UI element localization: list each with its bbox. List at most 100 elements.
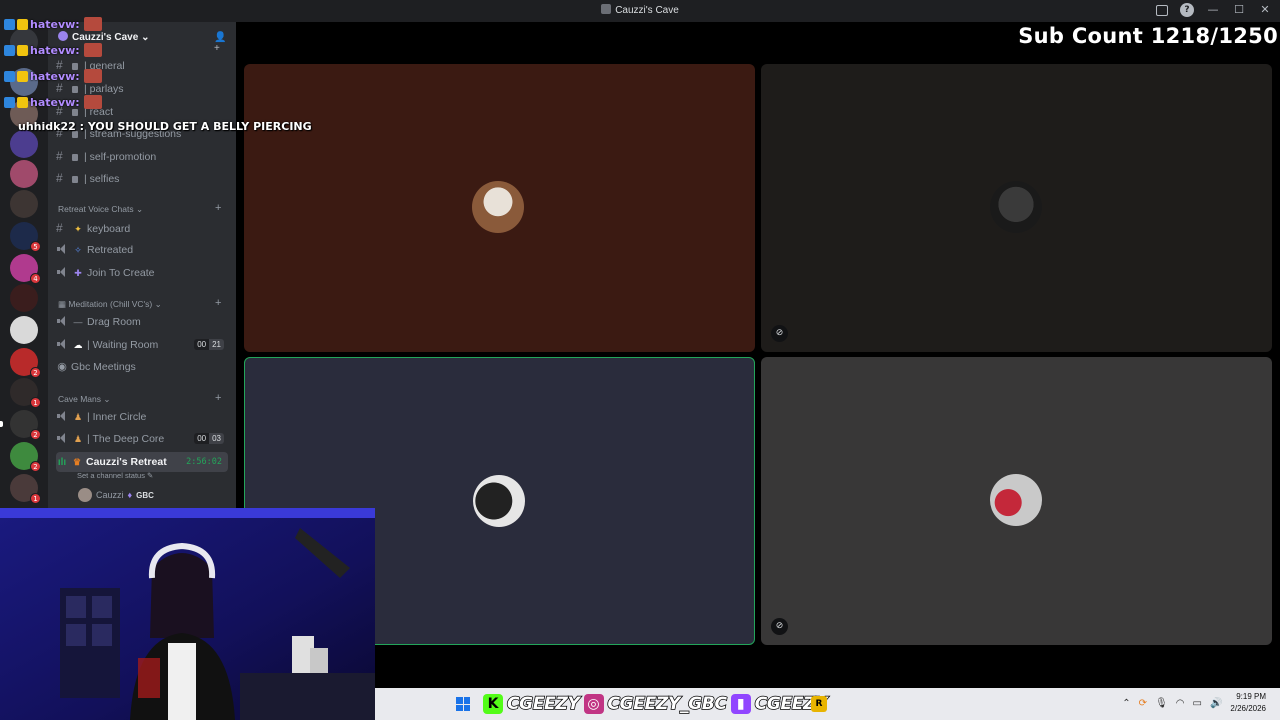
title-bar: Cauzzi's Cave ? — ☐ ✕ (0, 0, 1280, 22)
server-icon[interactable] (10, 130, 38, 158)
microphone-icon[interactable]: 🎙 (1155, 698, 1168, 709)
video-tile[interactable]: ⊘ (761, 357, 1272, 645)
channel-waiting-room[interactable]: ☁ | Waiting Room 00 21 (56, 335, 228, 355)
server-icon[interactable]: 2 (10, 442, 41, 472)
server-icon[interactable] (10, 190, 38, 218)
channel-label: Cauzzi's Retreat (86, 456, 167, 468)
channel-inner-circle[interactable]: ♟ | Inner Circle (56, 407, 228, 427)
screen: Cauzzi's Cave ? — ☐ ✕ 5 4 2 1 2 2 1 Cauz… (0, 0, 1280, 720)
voice-member[interactable]: Cauzzi ♦ GBC (78, 488, 154, 502)
user-limit: 03 (209, 433, 224, 444)
video-tile[interactable] (244, 64, 755, 352)
deafened-icon: ⊘ (771, 325, 788, 342)
unread-pip (0, 421, 3, 427)
meditation-icon: ♟ (73, 434, 83, 444)
server-icon[interactable]: 5 (10, 222, 41, 252)
server-icon[interactable]: 1 (10, 474, 41, 504)
voice-channel-icon (56, 339, 70, 349)
close-button[interactable]: ✕ (1258, 3, 1272, 17)
sub-count-overlay: Sub Count 1218/1250 (1018, 24, 1278, 48)
channel-label: Gbc Meetings (71, 361, 136, 373)
chat-line: hatevw: (4, 42, 102, 58)
window-title-text: Cauzzi's Cave (615, 5, 679, 16)
voice-channel-icon (56, 433, 70, 443)
chat-line: hatevw: (4, 16, 102, 32)
maximize-button[interactable]: ☐ (1232, 3, 1246, 17)
badge-icon (17, 70, 28, 82)
server-icon[interactable] (10, 284, 38, 312)
rockstar-launcher-icon[interactable]: R (811, 696, 827, 712)
badge-icon (17, 18, 28, 30)
deafened-icon: ⊘ (771, 618, 788, 635)
user-count: 00 (194, 433, 210, 444)
category-label: Cave Mans (58, 394, 101, 404)
unread-badge: 1 (30, 493, 41, 504)
avatar (472, 181, 524, 233)
create-channel-icon[interactable]: + (215, 297, 221, 309)
category-meditation[interactable]: ▦ Meditation (Chill VC's) ⌄ + (58, 297, 221, 310)
kick-icon: K (483, 694, 503, 714)
guild-tag: GBC (136, 490, 154, 500)
create-channel-icon[interactable]: + (215, 202, 221, 214)
category-cave-mans[interactable]: Cave Mans ⌄ + (58, 392, 221, 405)
channel-label: | Waiting Room (87, 339, 159, 351)
lock-icon (72, 86, 78, 93)
channel-drag-room[interactable]: — Drag Room (56, 312, 228, 332)
category-label: Retreat Voice Chats (58, 204, 134, 214)
minimize-button[interactable]: — (1206, 3, 1220, 17)
voice-channel-icon (56, 316, 70, 326)
server-icon[interactable]: 4 (10, 254, 41, 284)
user-limit: 21 (209, 339, 224, 350)
video-tile[interactable]: ⊘ (761, 64, 1272, 352)
server-icon[interactable]: 2 (10, 348, 41, 378)
unread-badge: 4 (30, 273, 41, 284)
voice-channel-icon (56, 411, 70, 421)
channel-gbc-meetings[interactable]: ◉ Gbc Meetings (56, 357, 228, 377)
channel-cauzzis-retreat[interactable]: ılı ♛ Cauzzi's Retreat 2:56:02 (56, 452, 228, 472)
help-icon[interactable]: ? (1180, 3, 1194, 17)
channel-label: | selfies (84, 173, 120, 185)
voice-channel-icon (56, 267, 70, 277)
category-retreat-voice-chats[interactable]: Retreat Voice Chats ⌄ + (58, 202, 221, 215)
user-count: 00 (194, 339, 210, 350)
unread-badge: 2 (30, 461, 41, 472)
cloud-icon: ☁ (73, 340, 83, 350)
channel-status[interactable]: Set a channel status ✎ (77, 471, 153, 480)
volume-icon[interactable]: 🔊 (1210, 698, 1222, 709)
channel-status-text: Set a channel status (77, 471, 145, 480)
hash-icon: # (56, 221, 63, 235)
chevron-up-icon[interactable]: ⌃ (1122, 698, 1130, 709)
channel-the-deep-core[interactable]: ♟ | The Deep Core 00 03 (56, 429, 228, 449)
channel-label: | self-promotion (84, 151, 157, 163)
user-limit-counter: 00 03 (194, 433, 224, 444)
channel-self-promotion[interactable]: # | self-promotion (56, 146, 228, 166)
avatar (473, 475, 525, 527)
system-tray: ⌃ ⟳ 🎙 ◠ ▭ 🔊 9:19 PM 2/26/2026 (1122, 691, 1266, 715)
avatar (990, 181, 1042, 233)
wifi-icon[interactable]: ◠ (1176, 698, 1185, 709)
inbox-icon[interactable] (1156, 4, 1168, 16)
clock-date: 2/26/2026 (1230, 704, 1266, 713)
badge-icon (4, 44, 15, 56)
channel-selfies[interactable]: # | selfies (56, 168, 228, 188)
webcam-scene (0, 508, 375, 720)
dash-icon: — (73, 317, 83, 327)
server-icon[interactable] (10, 316, 38, 344)
windows-start-icon[interactable] (456, 697, 470, 711)
display-icon[interactable]: ▭ (1193, 698, 1202, 709)
channel-join-to-create[interactable]: ✚ Join To Create (56, 263, 228, 283)
channel-keyboard[interactable]: # ✦ keyboard (56, 218, 228, 238)
server-icon[interactable] (10, 160, 38, 188)
sync-icon[interactable]: ⟳ (1139, 698, 1147, 709)
badge-icon (17, 44, 28, 56)
invite-people-icon[interactable]: 👤+ (214, 32, 226, 54)
clock[interactable]: 9:19 PM 2/26/2026 (1230, 691, 1266, 715)
hash-icon: # (56, 149, 63, 163)
server-icon (58, 31, 68, 41)
channel-retreated[interactable]: ✧ Retreated (56, 240, 228, 260)
create-channel-icon[interactable]: + (215, 392, 221, 404)
chat-line: hatevw: (4, 94, 102, 110)
server-icon[interactable]: 1 (10, 378, 41, 408)
clock-time: 9:19 PM (1236, 692, 1266, 701)
server-icon[interactable]: 2 (0, 410, 41, 440)
